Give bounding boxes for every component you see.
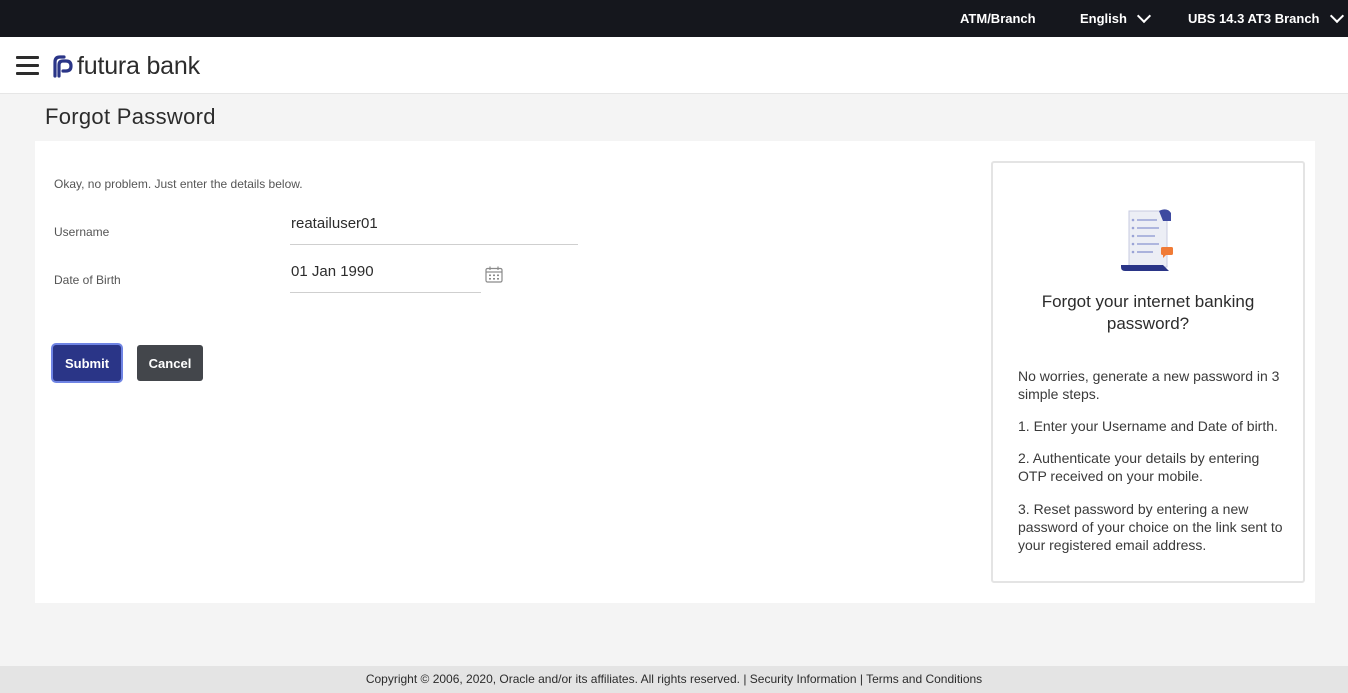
help-intro: No worries, generate a new password in 3… xyxy=(1018,368,1280,402)
app-header: futura bank xyxy=(0,37,1348,94)
dob-label: Date of Birth xyxy=(54,273,121,287)
brand-name: futura bank xyxy=(77,52,200,80)
menu-icon[interactable] xyxy=(16,56,39,76)
brand-logo[interactable]: futura bank xyxy=(50,52,200,80)
atm-branch-link[interactable]: ATM/Branch xyxy=(960,0,1036,37)
submit-button[interactable]: Submit xyxy=(53,345,121,381)
chevron-down-icon xyxy=(1136,8,1152,23)
username-label: Username xyxy=(54,225,110,239)
help-step-3: 3. Reset password by entering a new pass… xyxy=(1018,501,1283,553)
help-step-1: 1. Enter your Username and Date of birth… xyxy=(1018,418,1278,434)
entity-dropdown[interactable]: UBS 14.3 AT3 Branch xyxy=(1188,0,1344,37)
atm-branch-label: ATM/Branch xyxy=(960,10,1036,26)
help-title: Forgot your internet banking password? xyxy=(1041,292,1255,333)
help-step-2: 2. Authenticate your details by entering… xyxy=(1018,450,1260,484)
futura-logo-icon xyxy=(53,55,73,78)
chevron-down-icon xyxy=(1329,8,1344,23)
language-label: English xyxy=(1080,10,1127,26)
terms-and-conditions-link[interactable]: Terms and Conditions xyxy=(866,672,982,686)
username-field[interactable]: reatailuser01 xyxy=(290,209,578,245)
page-title: Forgot Password xyxy=(45,104,216,129)
help-panel: Forgot your internet banking password? N… xyxy=(991,161,1305,583)
entity-label: UBS 14.3 AT3 Branch xyxy=(1188,10,1320,26)
copyright-text: Copyright © 2006, 2020, Oracle and/or it… xyxy=(365,672,740,686)
footer-separator: | xyxy=(743,672,747,686)
security-information-link[interactable]: Security Information xyxy=(750,672,857,686)
footer-separator: | xyxy=(859,672,863,686)
cancel-button[interactable]: Cancel xyxy=(137,345,203,381)
top-utility-bar: ATM/Branch English UBS 14.3 AT3 Branch xyxy=(0,0,1348,37)
language-dropdown[interactable]: English xyxy=(1080,0,1152,37)
document-illustration-icon xyxy=(1121,209,1173,271)
footer: Copyright © 2006, 2020, Oracle and/or it… xyxy=(0,666,1348,693)
dob-field[interactable]: 01 Jan 1990 xyxy=(290,257,481,293)
forgot-password-card: Okay, no problem. Just enter the details… xyxy=(35,141,1315,603)
intro-text: Okay, no problem. Just enter the details… xyxy=(54,177,303,191)
calendar-icon[interactable] xyxy=(485,266,503,283)
